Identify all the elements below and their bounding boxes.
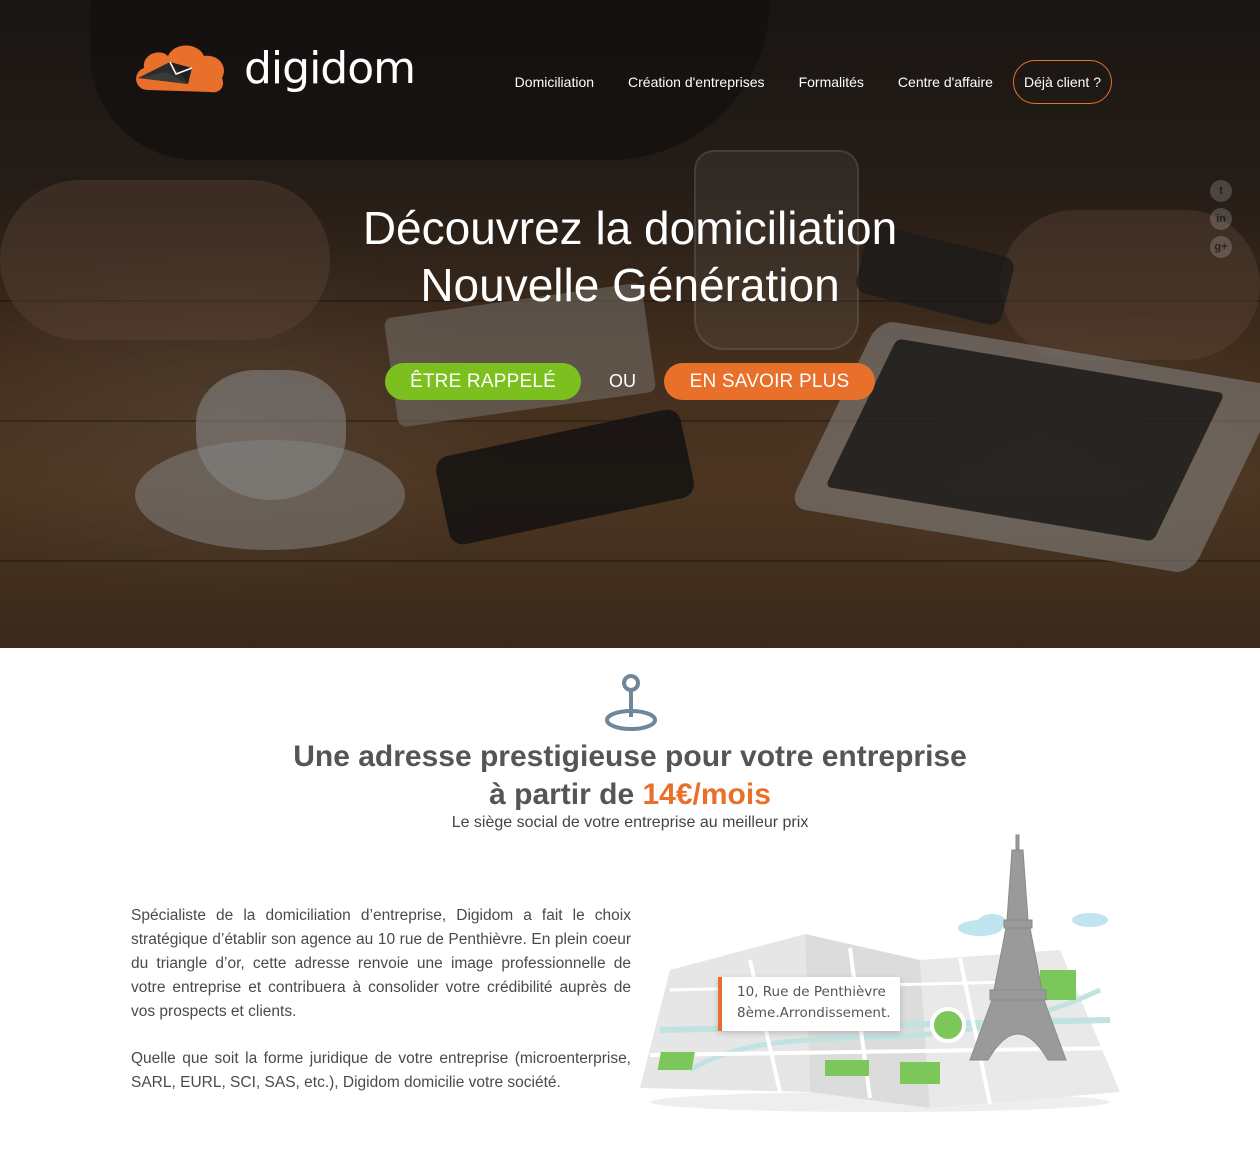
callback-button[interactable]: ÊTRE RAPPELÉ bbox=[385, 363, 581, 400]
map-pin-icon bbox=[605, 674, 657, 731]
main-nav: Domiciliation Création d'entreprises For… bbox=[481, 60, 1112, 104]
learn-more-button[interactable]: EN SAVOIR PLUS bbox=[664, 363, 875, 400]
brand-wordmark: digidom bbox=[244, 42, 416, 94]
address-title-line1: Une adresse prestigieuse pour votre entr… bbox=[293, 740, 967, 773]
hero-cta-row: ÊTRE RAPPELÉ OU EN SAVOIR PLUS bbox=[0, 363, 1260, 400]
address-title-prefix: à partir de bbox=[489, 778, 643, 811]
nav-item-creation-entreprises[interactable]: Création d'entreprises bbox=[628, 74, 765, 90]
nav-item-formalites[interactable]: Formalités bbox=[799, 74, 864, 90]
price-highlight: 14€/mois bbox=[642, 778, 771, 811]
map-address-line1: 10, Rue de Penthièvre bbox=[737, 984, 886, 1000]
paris-map-illustration bbox=[640, 834, 1121, 1112]
map-address-line2: 8ème.Arrondissement. bbox=[737, 1005, 891, 1021]
hero-title-line2: Nouvelle Génération bbox=[420, 259, 840, 311]
nav-item-domiciliation[interactable]: Domiciliation bbox=[515, 74, 594, 90]
description-paragraph-1: Spécialiste de la domiciliation d’entrep… bbox=[131, 907, 631, 1020]
hero-title-line1: Découvrez la domiciliation bbox=[362, 202, 898, 254]
description-paragraph-2: Quelle que soit la forme juridique de vo… bbox=[131, 1050, 631, 1091]
cloud-mail-logo-icon bbox=[136, 45, 224, 93]
twitter-icon[interactable]: t bbox=[1210, 180, 1232, 202]
address-section-title: Une adresse prestigieuse pour votre entr… bbox=[0, 738, 1260, 814]
address-description: Spécialiste de la domiciliation d’entrep… bbox=[131, 904, 631, 1095]
map-address-card: 10, Rue de Penthièvre 8ème.Arrondissemen… bbox=[718, 977, 900, 1031]
client-login-button[interactable]: Déjà client ? bbox=[1012, 60, 1112, 104]
cta-or-label: OU bbox=[609, 371, 636, 391]
hero-title: Découvrez la domiciliation Nouvelle Géné… bbox=[0, 200, 1260, 314]
nav-item-centre-affaire[interactable]: Centre d'affaire bbox=[898, 74, 993, 90]
logo[interactable]: digidom bbox=[130, 38, 416, 98]
